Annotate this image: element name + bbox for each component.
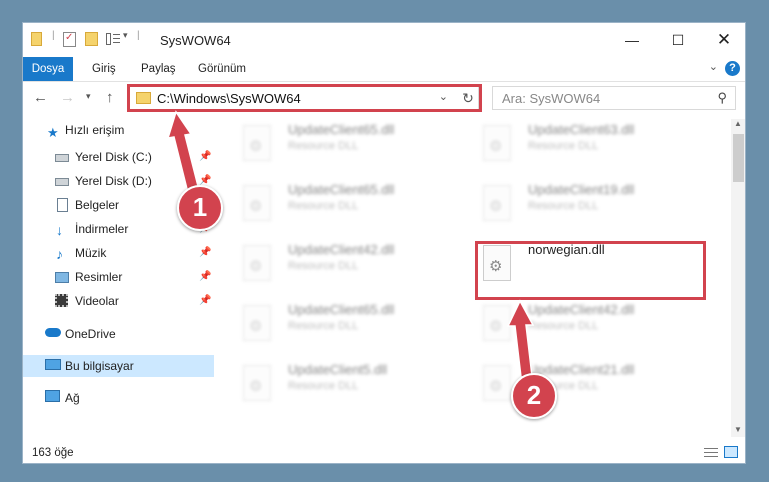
annotation-arrows xyxy=(166,110,535,378)
step-marker-2: 2 xyxy=(511,373,557,419)
arrow-2-icon xyxy=(506,299,535,378)
step-marker-1: 1 xyxy=(177,185,223,231)
explorer-window: | ✓ ▾ | SysWOW64 — ☐ ✕ Dosya Giriş Payla… xyxy=(22,22,746,464)
arrow-1-icon xyxy=(166,110,201,198)
